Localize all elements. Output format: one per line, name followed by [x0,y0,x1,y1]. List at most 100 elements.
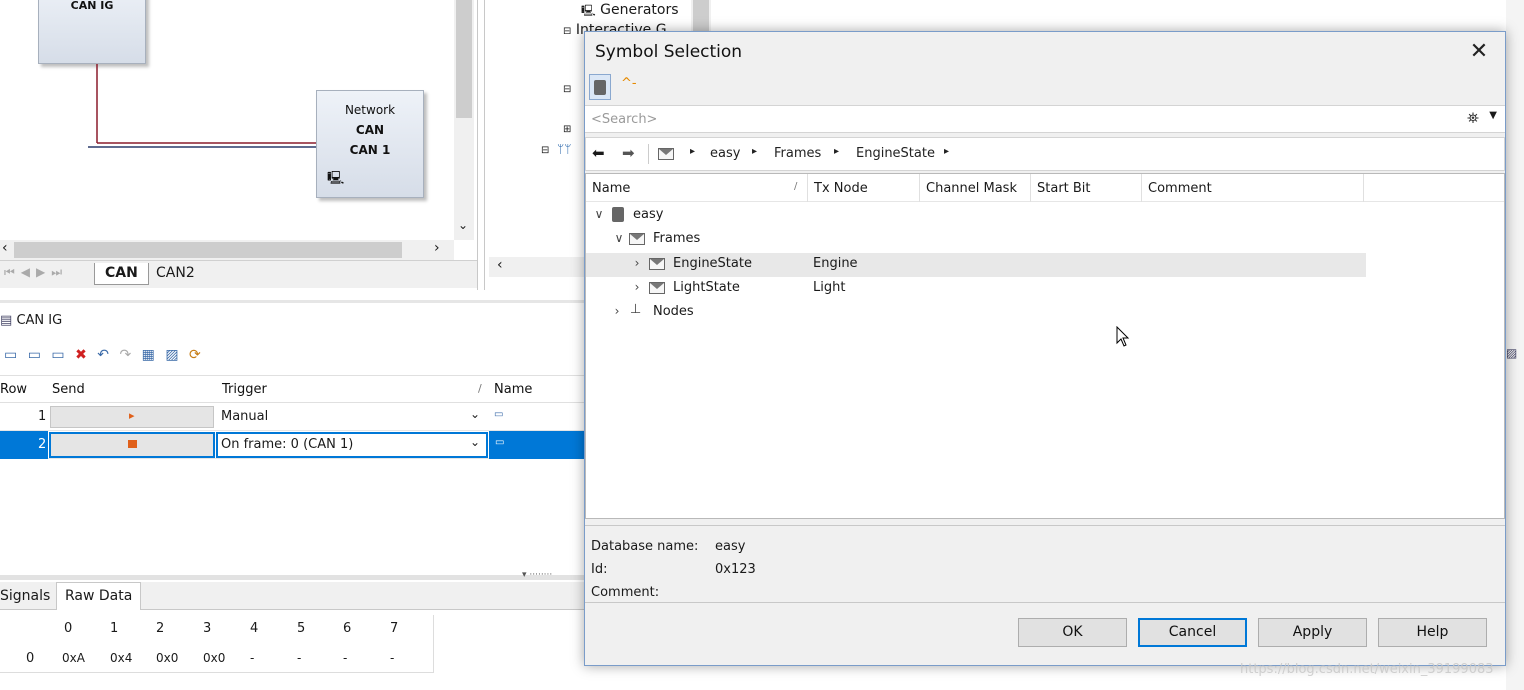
forward-arrow-icon[interactable]: ➡ [622,144,635,162]
byte-header: 3 [203,621,212,636]
chart-icon: ▨ [1506,346,1518,360]
table-row[interactable]: 2 On frame: 0 (CAN 1) ⌄ ▭ [0,431,590,459]
col-tx-node[interactable]: Tx Node [808,174,920,202]
signal-tabs: Signals Raw Data [0,582,590,610]
tree-node-database[interactable]: ∨ easy [586,204,1366,228]
byte-value[interactable]: 0x4 [110,651,132,665]
database-icon [612,207,624,222]
collapse-icon[interactable]: ⊟ [563,26,571,34]
cancel-button[interactable]: Cancel [1138,618,1247,647]
tree-node-label: Nodes [653,304,694,319]
chevron-right-icon[interactable]: › [610,304,624,318]
tab-raw-data[interactable]: Raw Data [56,582,142,610]
chevron-right-icon[interactable]: › [630,280,644,294]
chevron-left-icon[interactable]: ‹ [2,240,8,256]
breadcrumb-item[interactable]: Frames [774,146,821,161]
tab-can[interactable]: CAN [94,263,149,285]
breadcrumb-item[interactable]: easy [710,146,740,161]
save-icon[interactable]: ▦ [142,347,158,363]
collapse-all-icon[interactable]: ^- [621,76,637,91]
tree-item-generators[interactable]: 🖳 Generators [581,2,679,21]
add-frame-variant-icon[interactable]: ▭ [51,347,67,363]
byte-value[interactable]: 0xA [62,651,85,665]
delete-icon[interactable]: ✖ [75,347,90,363]
tree-node-frame-lightstate[interactable]: › LightState Light [586,277,1366,301]
col-name[interactable]: Name [490,376,536,404]
send-button[interactable] [49,432,215,458]
chevron-right-icon[interactable]: › [630,256,644,270]
col-row[interactable]: Row [0,376,31,404]
network-node-bus: CAN [355,123,385,137]
database-view-button[interactable] [589,74,611,100]
can-ig-title: CAN IG [16,313,63,328]
chevron-down-icon[interactable]: ▼ [1489,110,1497,121]
trigger-value[interactable]: Manual [217,403,272,431]
signal-icon[interactable]: ⟳ [189,347,204,363]
ok-button[interactable]: OK [1018,618,1127,647]
scroll-thumb[interactable] [14,242,402,258]
tree-node-nodes[interactable]: › ⊥ Nodes [586,301,1366,325]
back-arrow-icon[interactable]: ⬅ [592,144,605,162]
mouse-cursor-icon [1116,326,1130,347]
undo-icon[interactable]: ↶ [97,347,112,363]
search-input[interactable]: <Search> ⛯ ▼ [585,105,1505,133]
breadcrumb-arrow-icon[interactable]: ▸ [752,146,757,157]
stop-icon [128,440,137,448]
chevron-down-icon[interactable]: ⌄ [470,435,480,449]
collapse-icon[interactable]: ⊟ [541,145,549,156]
dialog-title: Symbol Selection [595,42,743,62]
trigger-value[interactable]: On frame: 0 (CAN 1) [217,431,357,459]
byte-value[interactable]: 0x0 [203,651,225,665]
chevron-right-icon[interactable]: › [434,240,440,256]
send-button[interactable]: ▸ [50,406,214,428]
chevron-down-icon[interactable]: ∨ [592,207,606,221]
chevron-down-icon[interactable]: ⌄ [458,218,468,232]
breadcrumb-arrow-icon[interactable]: ▸ [834,146,839,157]
add-fd-frame-icon[interactable]: ▭ [28,347,44,363]
symbol-details: Database name: easy Id: 0x123 Comment: [585,525,1505,603]
chart-icon[interactable]: ▨ [165,347,181,363]
diagram-vertical-scrollbar[interactable]: ⌄ [454,0,474,240]
col-trigger[interactable]: Trigger [218,376,271,404]
tab-can2[interactable]: CAN2 [146,263,205,285]
binoculars-icon[interactable]: ⛯ [1467,109,1479,127]
col-channel-mask[interactable]: Channel Mask [920,174,1031,202]
byte-header: 7 [390,621,399,636]
col-name[interactable]: Name [586,174,808,202]
table-row[interactable]: 1 ▸ Manual ⌄ ▭ [0,403,590,431]
byte-value[interactable]: - [297,651,301,665]
id-value: 0x123 [715,562,756,577]
redo-icon[interactable]: ↷ [119,347,134,363]
network-node[interactable]: Network CAN CAN 1 🖳 [316,90,424,198]
col-start-bit[interactable]: Start Bit [1031,174,1142,202]
chevron-down-icon[interactable]: ⌄ [470,407,480,421]
byte-value[interactable]: - [250,651,254,665]
help-button[interactable]: Help [1378,618,1487,647]
splitter-grip: ▾ ········ [522,570,553,580]
name-cell[interactable]: ▭ [489,431,590,459]
byte-value[interactable]: 0x0 [156,651,178,665]
chevron-down-icon[interactable]: ∨ [612,231,626,245]
breadcrumb-item[interactable]: EngineState [856,146,935,161]
breadcrumb-arrow-icon[interactable]: ▸ [690,146,695,157]
close-icon[interactable]: ✕ [1465,38,1493,66]
tree-node-frames[interactable]: ∨ Frames [586,228,1366,252]
network-node-channel: CAN 1 [349,143,391,157]
list-header: Name / Tx Node Channel Mask Start Bit Co… [586,174,1504,202]
col-send[interactable]: Send [48,376,89,404]
tab-signals[interactable]: Signals [0,588,50,604]
breadcrumb-arrow-icon[interactable]: ▸ [944,146,949,157]
expand-icon[interactable]: ⊞ [563,124,571,135]
byte-value[interactable]: - [343,651,347,665]
sheet-nav-icons[interactable]: ⏮◀▶⏭ [4,265,68,280]
byte-value[interactable]: - [390,651,394,665]
scroll-thumb[interactable] [456,0,472,118]
diagram-horizontal-scrollbar[interactable]: ‹ › [0,240,454,260]
tree-node-frame-enginestate[interactable]: › EngineState Engine [586,253,1366,277]
frame-tx-node: Engine [813,256,858,271]
add-frame-icon[interactable]: ▭ [4,347,20,363]
chevron-left-icon[interactable]: ‹ [497,257,503,273]
collapse-icon[interactable]: ⊟ [563,84,571,95]
apply-button[interactable]: Apply [1258,618,1367,647]
col-comment[interactable]: Comment [1142,174,1364,202]
